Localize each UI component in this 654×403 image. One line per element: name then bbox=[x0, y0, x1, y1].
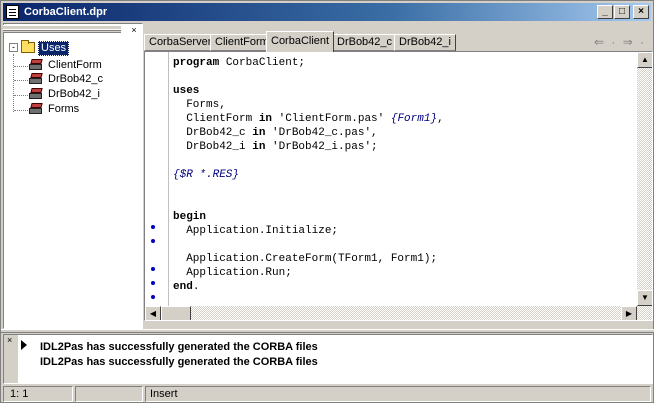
horizontal-scrollbar[interactable]: ◀ ▶ bbox=[145, 306, 652, 320]
message-grip[interactable]: × bbox=[4, 335, 18, 383]
code-line: end. bbox=[173, 281, 200, 293]
message-view: × IDL2Pas has successfully generated the… bbox=[3, 334, 653, 384]
message-line[interactable]: IDL2Pas has successfully generated the C… bbox=[40, 355, 318, 369]
unit-icon bbox=[29, 59, 44, 71]
unit-icon bbox=[29, 88, 44, 100]
breakpoint-dot-icon[interactable] bbox=[151, 225, 155, 229]
code-line: uses bbox=[173, 85, 200, 97]
code-line: Forms, bbox=[173, 99, 226, 111]
code-line: program CorbaClient; bbox=[173, 57, 306, 69]
current-message-arrow-icon bbox=[21, 340, 27, 350]
breakpoint-dot-icon[interactable] bbox=[151, 267, 155, 271]
tree-item-label: DrBob42_c bbox=[48, 73, 104, 85]
title-bar[interactable]: CorbaClient.dpr _ □ × bbox=[3, 3, 651, 21]
scroll-right-icon[interactable]: ▶ bbox=[621, 306, 637, 320]
tree-item-label: ClientForm bbox=[48, 59, 102, 71]
cursor-position: 1: 1 bbox=[3, 386, 73, 402]
tab-corbaserver[interactable]: CorbaServer bbox=[144, 34, 217, 51]
breakpoint-dot-icon[interactable] bbox=[151, 295, 155, 299]
vertical-scrollbar[interactable]: ▲ ▼ bbox=[637, 52, 652, 306]
tree-node-label[interactable]: Uses bbox=[38, 41, 70, 56]
modified-indicator bbox=[75, 386, 143, 402]
editor-tabs: CorbaServer ClientForm CorbaClient DrBob… bbox=[144, 31, 653, 52]
status-bar: 1: 1 Insert bbox=[3, 386, 653, 402]
scroll-down-icon[interactable]: ▼ bbox=[637, 290, 652, 306]
tree-item-label: DrBob42_i bbox=[48, 88, 100, 100]
message-line[interactable]: IDL2Pas has successfully generated the C… bbox=[40, 340, 318, 354]
minimize-button[interactable]: _ bbox=[597, 5, 613, 19]
tab-clientform[interactable]: ClientForm bbox=[210, 34, 274, 51]
explorer-close-icon[interactable]: × bbox=[129, 26, 139, 35]
unit-icon bbox=[29, 73, 44, 85]
unit-icon bbox=[29, 103, 44, 115]
history-arrows-icon[interactable]: ⇐ · ⇒ · bbox=[594, 35, 646, 49]
tree-connector bbox=[13, 54, 14, 112]
scroll-up-icon[interactable]: ▲ bbox=[637, 52, 652, 68]
code-line: DrBob42_i in 'DrBob42_i.pas'; bbox=[173, 141, 378, 153]
scroll-thumb[interactable] bbox=[161, 306, 191, 320]
collapse-icon[interactable]: - bbox=[9, 43, 18, 52]
code-editor[interactable]: program CorbaClient; uses Forms, ClientF… bbox=[144, 51, 653, 321]
ide-window: CorbaClient.dpr _ □ × × - Uses ClientFor… bbox=[0, 0, 654, 403]
code-line: Application.Run; bbox=[173, 267, 292, 279]
tab-drbob42-i[interactable]: DrBob42_i bbox=[394, 34, 456, 51]
close-button[interactable]: × bbox=[633, 5, 649, 19]
scroll-left-icon[interactable]: ◀ bbox=[145, 306, 161, 320]
tree-item-label: Forms bbox=[48, 103, 80, 115]
explorer-grip[interactable] bbox=[3, 25, 121, 33]
message-close-icon[interactable]: × bbox=[7, 336, 12, 345]
tab-drbob42-c[interactable]: DrBob42_c bbox=[332, 34, 398, 51]
window-title: CorbaClient.dpr bbox=[24, 6, 108, 18]
editor-gutter bbox=[145, 52, 169, 306]
breakpoint-dot-icon[interactable] bbox=[151, 281, 155, 285]
code-line: ClientForm in 'ClientForm.pas' {Form1}, bbox=[173, 113, 444, 125]
breakpoint-dot-icon[interactable] bbox=[151, 239, 155, 243]
document-icon bbox=[6, 5, 19, 19]
code-line: begin bbox=[173, 211, 207, 223]
pane-splitter[interactable] bbox=[1, 329, 654, 333]
folder-icon bbox=[21, 40, 35, 53]
tab-corbaclient[interactable]: CorbaClient bbox=[266, 31, 335, 52]
insert-mode: Insert bbox=[145, 386, 651, 402]
code-line: {$R *.RES} bbox=[173, 169, 240, 181]
maximize-button[interactable]: □ bbox=[614, 5, 630, 19]
code-line: Application.CreateForm(TForm1, Form1); bbox=[173, 253, 438, 265]
code-line: DrBob42_c in 'DrBob42_c.pas', bbox=[173, 127, 378, 139]
code-line: Application.Initialize; bbox=[173, 225, 339, 237]
